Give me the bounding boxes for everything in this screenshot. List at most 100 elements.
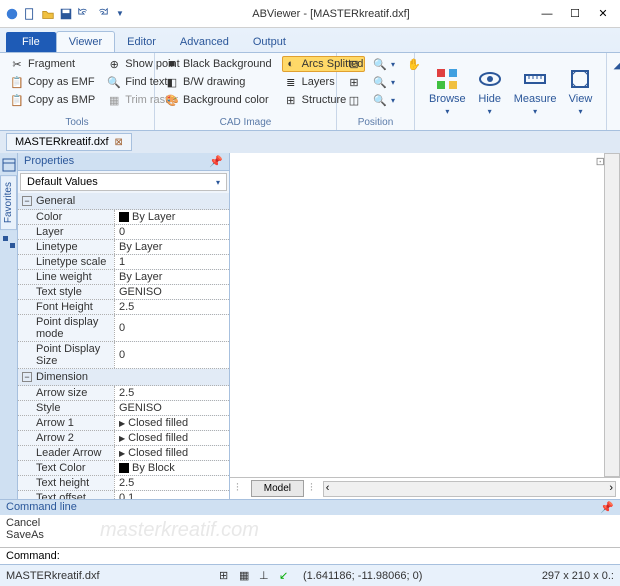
property-row[interactable]: Font Height2.5 (18, 300, 229, 315)
ortho-icon[interactable]: ⊥ (259, 569, 273, 583)
save-icon[interactable] (58, 6, 74, 22)
property-row[interactable]: Text ColorBy Block (18, 461, 229, 476)
snap-icon[interactable]: ⊞ (219, 569, 233, 583)
property-value[interactable]: 2.5 (114, 300, 229, 314)
app-icon[interactable] (4, 6, 20, 22)
qat-dropdown-icon[interactable]: ▼ (112, 6, 128, 22)
property-value[interactable]: ▶Closed filled (114, 416, 229, 430)
property-name: Text height (18, 476, 114, 490)
category-general[interactable]: −General (18, 193, 229, 210)
fragment-icon: ✂ (10, 57, 24, 71)
bg-color-button[interactable]: 🎨Background color (163, 92, 274, 108)
property-row[interactable]: Point display mode0 (18, 315, 229, 342)
fit-button[interactable]: ⊞ (345, 74, 363, 90)
horizontal-scrollbar[interactable]: ‹› (323, 481, 616, 497)
tab-advanced[interactable]: Advanced (168, 32, 241, 52)
redo-icon[interactable] (94, 6, 110, 22)
property-row[interactable]: Point Display Size0 (18, 342, 229, 369)
pin-icon[interactable]: 📌 (600, 501, 614, 514)
property-value[interactable]: By Layer (114, 240, 229, 254)
collapse-icon[interactable]: − (22, 372, 32, 382)
measure-button[interactable]: Measure▾ (508, 56, 563, 127)
tab-output[interactable]: Output (241, 32, 298, 52)
property-value[interactable]: ▶Closed filled (114, 431, 229, 445)
property-value[interactable]: By Layer (114, 270, 229, 284)
properties-combo[interactable]: Default Values▾ (20, 173, 227, 191)
fragment-button[interactable]: ✂Fragment (8, 56, 97, 72)
open-icon[interactable] (40, 6, 56, 22)
property-row[interactable]: Layer0 (18, 225, 229, 240)
zoom-button[interactable]: 🔍▾ (371, 56, 397, 72)
vertical-scrollbar[interactable] (604, 153, 620, 477)
statusbar: MASTERkreatif.dxf ⊞ ▦ ⊥ ↙ (1.641186; -11… (0, 564, 620, 586)
property-value[interactable]: 0 (114, 342, 229, 368)
copy-icon: 📋 (10, 75, 24, 89)
property-row[interactable]: Line weightBy Layer (18, 270, 229, 285)
browse-button[interactable]: Browse▾ (423, 56, 472, 127)
close-button[interactable]: ✕ (596, 7, 610, 21)
model-tab[interactable]: Model (251, 480, 304, 497)
property-value[interactable]: 0.1 (114, 491, 229, 499)
new-icon[interactable] (22, 6, 38, 22)
tab-viewer[interactable]: Viewer (56, 31, 115, 52)
favorites-tab[interactable]: Favorites (0, 175, 17, 230)
tab-nav-icon[interactable]: ⫶ (304, 482, 319, 495)
property-row[interactable]: Arrow 2▶Closed filled (18, 431, 229, 446)
property-row[interactable]: ColorBy Layer (18, 210, 229, 225)
properties-grid: −General ColorBy LayerLayer0LinetypeBy L… (18, 193, 229, 499)
group-label-tools: Tools (0, 117, 154, 128)
polar-icon[interactable]: ↙ (279, 569, 293, 583)
property-row[interactable]: Text height2.5 (18, 476, 229, 491)
property-value[interactable]: GENISO (114, 401, 229, 415)
property-name: Arrow size (18, 386, 114, 400)
property-row[interactable]: Leader Arrow▶Closed filled (18, 446, 229, 461)
category-dimension[interactable]: −Dimension (18, 369, 229, 386)
color-swatch (119, 463, 129, 473)
property-row[interactable]: Arrow 1▶Closed filled (18, 416, 229, 431)
drawing-canvas[interactable]: ⊡ ⊠ ⫶ Model ⫶ ‹› (230, 153, 620, 499)
tab-file[interactable]: File (6, 32, 56, 52)
property-row[interactable]: Text offset0.1 (18, 491, 229, 499)
properties-tab-icon[interactable] (1, 157, 17, 173)
tab-nav-icon[interactable]: ⫶ (230, 482, 245, 495)
property-name: Linetype (18, 240, 114, 254)
bw-drawing-button[interactable]: ◧B/W drawing (163, 74, 274, 90)
property-row[interactable]: Text styleGENISO (18, 285, 229, 300)
property-row[interactable]: StyleGENISO (18, 401, 229, 416)
property-value[interactable]: 2.5 (114, 386, 229, 400)
property-value[interactable]: GENISO (114, 285, 229, 299)
group-label-position: Position (337, 117, 414, 128)
minimize-button[interactable]: — (540, 7, 554, 21)
property-value[interactable]: By Block (114, 461, 229, 475)
grid-icon[interactable]: ▦ (239, 569, 253, 583)
zoom3-button[interactable]: 🔍▾ (371, 92, 397, 108)
property-value[interactable]: By Layer (114, 210, 229, 224)
property-value[interactable]: 0 (114, 315, 229, 341)
collapse-icon[interactable]: − (22, 196, 32, 206)
copy-bmp-button[interactable]: 📋Copy as BMP (8, 92, 97, 108)
property-value[interactable]: 0 (114, 225, 229, 239)
maximize-button[interactable]: ☐ (568, 7, 582, 21)
property-row[interactable]: Linetype scale1 (18, 255, 229, 270)
command-input[interactable] (64, 550, 614, 562)
tab-close-icon[interactable]: ⊠ (115, 137, 123, 148)
structure-tab-icon[interactable] (1, 234, 17, 250)
zoom-in-button[interactable]: ⊡ (345, 56, 363, 72)
style-dropdown[interactable]: ◢▾ (611, 57, 620, 72)
property-value[interactable]: 1 (114, 255, 229, 269)
copy-emf-button[interactable]: 📋Copy as EMF (8, 74, 97, 90)
black-bg-button[interactable]: ■Black Background (163, 56, 274, 72)
tab-editor[interactable]: Editor (115, 32, 168, 52)
property-value[interactable]: ▶Closed filled (114, 446, 229, 460)
property-value[interactable]: 2.5 (114, 476, 229, 490)
hide-button[interactable]: Hide▾ (472, 56, 508, 127)
extent-button[interactable]: ◫ (345, 92, 363, 108)
view-button[interactable]: View▾ (562, 56, 598, 127)
fit-icon: ⊞ (347, 75, 361, 89)
pin-icon[interactable]: 📌 (209, 155, 223, 168)
property-row[interactable]: LinetypeBy Layer (18, 240, 229, 255)
document-tab[interactable]: MASTERkreatif.dxf⊠ (6, 133, 132, 151)
undo-icon[interactable] (76, 6, 92, 22)
zoom2-button[interactable]: 🔍▾ (371, 74, 397, 90)
property-row[interactable]: Arrow size2.5 (18, 386, 229, 401)
